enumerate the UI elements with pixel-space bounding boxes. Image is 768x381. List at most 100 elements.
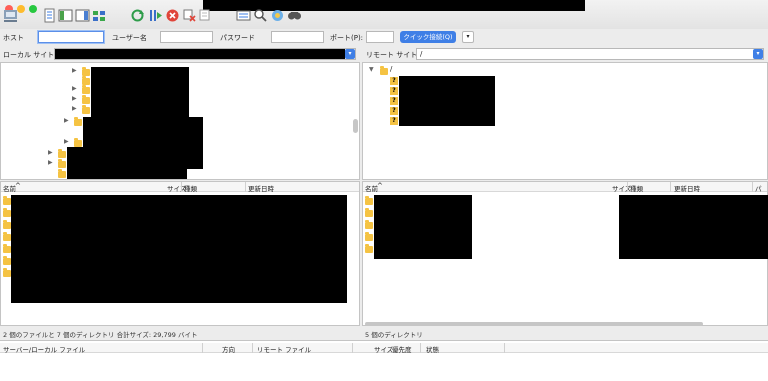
folder-icon [74,117,82,126]
toggle-log-icon[interactable] [42,8,57,23]
folder-icon [365,196,373,205]
minimize-window-icon[interactable] [17,5,25,13]
username-label: ユーザー名 [112,34,147,42]
folder-icon [58,159,66,168]
remote-list-horizontal-scrollbar[interactable] [365,322,703,326]
local-status-text: 2 個のファイルと 7 個のディレクトリ 合計サイズ: 29,799 バイト [3,331,198,339]
expand-arrow-icon[interactable]: ▶ [48,159,53,166]
toolbar [0,0,768,32]
host-label: ホスト [3,34,24,42]
sort-ascending-icon[interactable]: ^ [15,182,21,190]
sync-browsing-icon[interactable] [270,8,285,23]
chevron-down-icon[interactable]: ▾ [345,49,355,59]
folder-icon [82,105,90,114]
column-divider[interactable] [245,182,246,192]
expand-arrow-icon[interactable]: ▶ [72,67,77,74]
sort-ascending-icon[interactable]: ^ [377,182,383,190]
local-site-combo[interactable]: ▾ [54,48,356,60]
folder-icon [3,220,11,229]
transfer-queue-icon[interactable] [92,8,107,23]
local-tree-names-redacted [91,67,189,119]
remote-site-combo[interactable]: / ▾ [416,48,764,60]
column-divider[interactable] [752,182,753,192]
remote-col-modified[interactable]: 更新日時 [674,183,700,193]
queue-col-server-local[interactable]: サーバー/ローカル ファイル [3,344,85,354]
folder-icon [3,268,11,277]
local-site-bar: ローカル サイト: ▾ [0,47,360,61]
column-divider[interactable] [627,182,628,192]
folder-icon [3,244,11,253]
local-col-type[interactable]: 種類 [184,183,197,193]
local-directory-tree[interactable]: ▶ ▶ ▶ ▶ ▶ ▶ ▶ ▶ [0,62,360,180]
filename-filter-icon[interactable] [253,8,268,23]
folder-icon [365,244,373,253]
local-path-redacted [55,49,345,59]
unknown-folder-icon: ? [390,117,398,125]
quickconnect-bar: ホスト ユーザー名 パスワード ポート(P): クイック接続(Q) ▾ [0,29,768,46]
folder-icon [58,169,66,178]
remote-file-list[interactable]: 名前 ^ サイズ 種類 更新日時 パー [362,181,768,326]
column-divider[interactable] [181,182,182,192]
search-icon[interactable] [287,8,302,23]
remote-tree-root: / [390,65,393,73]
column-divider[interactable] [504,343,505,353]
queue-col-direction[interactable]: 方向 [222,344,235,354]
port-label: ポート(P): [330,34,364,42]
local-col-modified[interactable]: 更新日時 [248,183,274,193]
zoom-window-icon[interactable] [29,5,37,13]
cancel-icon[interactable] [165,8,180,23]
column-divider[interactable] [252,343,253,353]
collapse-arrow-icon[interactable]: ▼ [369,66,374,73]
directory-listing-filters-icon[interactable] [236,8,251,23]
unknown-folder-icon: ? [390,97,398,105]
local-file-list[interactable]: 名前 ^ サイズ 種類 更新日時 [0,181,360,326]
quickconnect-button[interactable]: クイック接続(Q) [400,31,456,43]
remote-col-size[interactable]: サイズ [612,183,631,193]
expand-arrow-icon[interactable]: ▶ [64,117,69,124]
remote-file-names-redacted [374,195,472,259]
folder-icon [82,85,90,94]
folder-icon [82,76,90,85]
reconnect-icon[interactable] [198,8,213,23]
queue-col-status[interactable]: 状態 [426,344,439,354]
folder-icon [74,138,82,147]
folder-icon [3,232,11,241]
toggle-local-tree-icon[interactable] [58,8,73,23]
unknown-folder-icon: ? [390,77,398,85]
password-label: パスワード [220,34,255,42]
refresh-icon[interactable] [130,8,145,23]
remote-status-text: 5 個のディレクトリ [365,331,423,339]
quickconnect-history-button[interactable]: ▾ [462,31,474,43]
toggle-remote-tree-icon[interactable] [75,8,90,23]
remote-col-type[interactable]: 種類 [630,183,643,193]
column-divider[interactable] [202,343,203,353]
column-divider[interactable] [420,343,421,353]
expand-arrow-icon[interactable]: ▶ [64,138,69,145]
expand-arrow-icon[interactable]: ▶ [48,149,53,156]
expand-arrow-icon[interactable]: ▶ [72,105,77,112]
password-input[interactable] [271,31,324,43]
folder-icon [365,208,373,217]
local-list-header: 名前 ^ サイズ 種類 更新日時 [1,182,359,193]
local-tree-scrollbar[interactable] [353,119,358,133]
process-queue-icon[interactable] [148,8,163,23]
column-divider[interactable] [670,182,671,192]
folder-icon [3,196,11,205]
site-manager-icon[interactable] [3,8,18,23]
local-tree-names-redacted-3 [67,147,187,179]
expand-arrow-icon[interactable]: ▶ [72,95,77,102]
column-divider[interactable] [352,343,353,353]
chevron-down-icon[interactable]: ▾ [753,49,763,59]
queue-col-remote-file[interactable]: リモート ファイル [257,344,311,354]
remote-directory-tree[interactable]: ▼ / ? ? ? ? ? [362,62,768,180]
queue-col-priority[interactable]: 優先度 [392,344,412,354]
port-input[interactable] [366,31,394,43]
expand-arrow-icon[interactable]: ▶ [72,85,77,92]
unknown-folder-icon: ? [390,87,398,95]
queue-col-size[interactable]: サイズ [374,344,393,354]
disconnect-icon[interactable] [182,8,197,23]
username-input[interactable] [160,31,213,43]
queue-header: サーバー/ローカル ファイル 方向 リモート ファイル サイズ 優先度 状態 [0,343,768,354]
transfer-queue[interactable]: サーバー/ローカル ファイル 方向 リモート ファイル サイズ 優先度 状態 [0,340,768,381]
host-input[interactable] [38,31,104,43]
